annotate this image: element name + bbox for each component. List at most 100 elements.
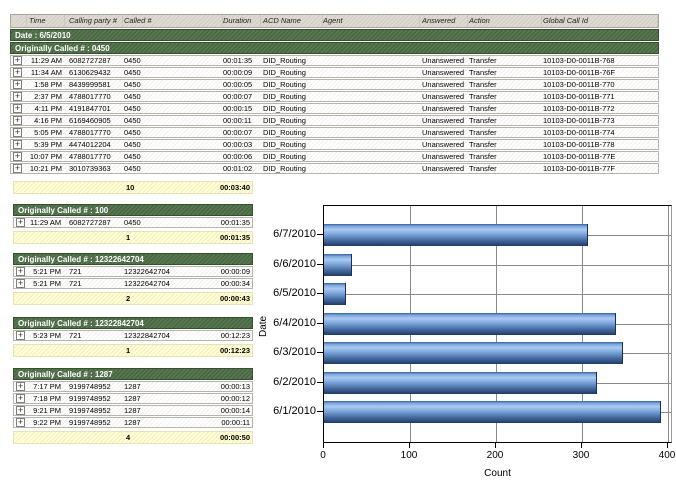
col-header-time[interactable]: Time	[27, 15, 65, 27]
table-row: +5:21 PM7211232264270400:00:34	[13, 278, 253, 289]
cell-time: 5:21 PM	[30, 267, 64, 276]
cell-calling-party: 721	[64, 267, 122, 276]
cell-duration: 00:00:34	[212, 279, 252, 288]
y-tick-label: 6/7/2010	[254, 228, 316, 240]
cell-answered: Unanswered	[420, 104, 468, 113]
cell-action: Transfer	[468, 128, 542, 137]
expand-icon[interactable]: +	[13, 68, 22, 77]
x-axis-tick	[581, 443, 582, 448]
table-row: +11:29 AM6082727287045000:01:35	[13, 217, 253, 228]
col-header-acd-name[interactable]: ACD Name	[261, 15, 323, 27]
expand-cell: +	[11, 92, 27, 101]
expand-cell: +	[11, 152, 27, 161]
y-tick-label: 6/3/2010	[254, 346, 316, 358]
cell-called: 0450	[123, 116, 223, 125]
expand-icon[interactable]: +	[13, 140, 22, 149]
table-row: +4:11 PM4191847701045000:00:15DID_Routin…	[10, 103, 659, 114]
cell-action: Transfer	[468, 56, 542, 65]
table-row: +9:22 PM9199748952128700:00:11	[13, 417, 253, 428]
cell-called: 12322642704	[122, 279, 212, 288]
cell-global-call-id: 10103-D0-0011B-772	[542, 104, 658, 113]
cell-acd-name: DID_Routing	[261, 56, 323, 65]
summary-total-duration: 00:00:43	[212, 294, 252, 303]
cell-acd-name: DID_Routing	[261, 152, 323, 161]
expand-icon[interactable]: +	[16, 418, 25, 427]
cell-time: 7:17 PM	[30, 382, 64, 391]
table-row: +5:23 PM7211232284270400:12:23	[13, 330, 253, 341]
cell-time: 1:58 PM	[27, 80, 65, 89]
expand-icon[interactable]: +	[16, 218, 25, 227]
expand-cell: +	[11, 164, 27, 173]
call-detail-table: Time Calling party # Called # Duration A…	[10, 14, 659, 194]
cell-action: Transfer	[468, 164, 542, 173]
cell-called: 1287	[122, 418, 212, 427]
chart-bar	[324, 283, 346, 305]
call-report-viewer: Time Calling party # Called # Duration A…	[0, 0, 676, 485]
expand-icon[interactable]: +	[16, 406, 25, 415]
expand-cell: +	[14, 267, 30, 276]
group-section: Originally Called # : 100+11:29 AM608272…	[13, 204, 253, 244]
col-header-agent[interactable]: Agent	[323, 15, 420, 27]
expand-icon[interactable]: +	[13, 164, 22, 173]
main-rows-container: +11:29 AM6082727287045000:01:35DID_Routi…	[10, 55, 659, 174]
cell-acd-name: DID_Routing	[261, 164, 323, 173]
cell-answered: Unanswered	[420, 92, 468, 101]
cell-time: 11:34 AM	[27, 68, 65, 77]
y-axis-tick	[317, 323, 323, 324]
table-row: +9:21 PM9199748952128700:00:14	[13, 405, 253, 416]
group-summary: 100:12:23	[13, 344, 253, 357]
expand-icon[interactable]: +	[13, 80, 22, 89]
date-group-band: Date : 6/5/2010	[10, 29, 659, 41]
col-header-called[interactable]: Called #	[123, 15, 223, 27]
expand-icon[interactable]: +	[16, 267, 25, 276]
expand-icon[interactable]: +	[16, 382, 25, 391]
cell-called: 1287	[122, 406, 212, 415]
expand-icon[interactable]: +	[13, 56, 22, 65]
expand-icon[interactable]: +	[13, 92, 22, 101]
expand-icon[interactable]: +	[16, 279, 25, 288]
y-tick-label: 6/4/2010	[254, 317, 316, 329]
expand-icon[interactable]: +	[16, 331, 25, 340]
expand-column-header	[11, 15, 27, 27]
cell-global-call-id: 10103-D0-0011B-770	[542, 80, 658, 89]
category-gridline	[324, 265, 671, 266]
cell-calling-party: 721	[64, 331, 122, 340]
expand-icon[interactable]: +	[16, 394, 25, 403]
chart-bar	[324, 372, 597, 394]
cell-time: 11:29 AM	[27, 56, 65, 65]
cell-called: 0450	[123, 56, 223, 65]
expand-icon[interactable]: +	[13, 128, 22, 137]
cell-calling-party: 3010739363	[65, 164, 123, 173]
cell-called: 0450	[123, 68, 223, 77]
cell-duration: 00:00:12	[212, 394, 252, 403]
col-header-duration[interactable]: Duration	[223, 15, 261, 27]
group-section: Originally Called # : 12322642704+5:21 P…	[13, 253, 253, 305]
cell-called: 0450	[123, 104, 223, 113]
summary-total-duration: 00:03:40	[212, 183, 252, 192]
cell-answered: Unanswered	[420, 152, 468, 161]
col-header-calling-party[interactable]: Calling party #	[65, 15, 123, 27]
cell-action: Transfer	[468, 116, 542, 125]
cell-time: 11:29 AM	[30, 218, 64, 227]
col-header-global-call-id[interactable]: Global Call Id	[542, 15, 658, 27]
cell-global-call-id: 10103-D0-0011B-778	[542, 140, 658, 149]
col-header-answered[interactable]: Answered	[420, 15, 468, 27]
summary-total-duration: 00:12:23	[212, 346, 252, 355]
cell-global-call-id: 10103-D0-0011B-773	[542, 116, 658, 125]
expand-cell: +	[11, 80, 27, 89]
cell-global-call-id: 10103-D0-0011B-768	[542, 56, 658, 65]
cell-calling-party: 9199748952	[64, 418, 122, 427]
col-header-action[interactable]: Action	[468, 15, 542, 27]
expand-cell: +	[11, 128, 27, 137]
cell-calling-party: 4788017770	[65, 128, 123, 137]
x-tick-label: 0	[301, 450, 345, 461]
cell-global-call-id: 10103-D0-0011B-77F	[542, 164, 658, 173]
expand-icon[interactable]: +	[13, 152, 22, 161]
cell-time: 9:21 PM	[30, 406, 64, 415]
cell-duration: 00:01:02	[223, 164, 261, 173]
expand-icon[interactable]: +	[13, 104, 22, 113]
expand-cell: +	[14, 279, 30, 288]
cell-duration: 00:01:35	[212, 218, 252, 227]
expand-icon[interactable]: +	[13, 116, 22, 125]
table-row: +5:39 PM4474012204045000:00:03DID_Routin…	[10, 139, 659, 150]
